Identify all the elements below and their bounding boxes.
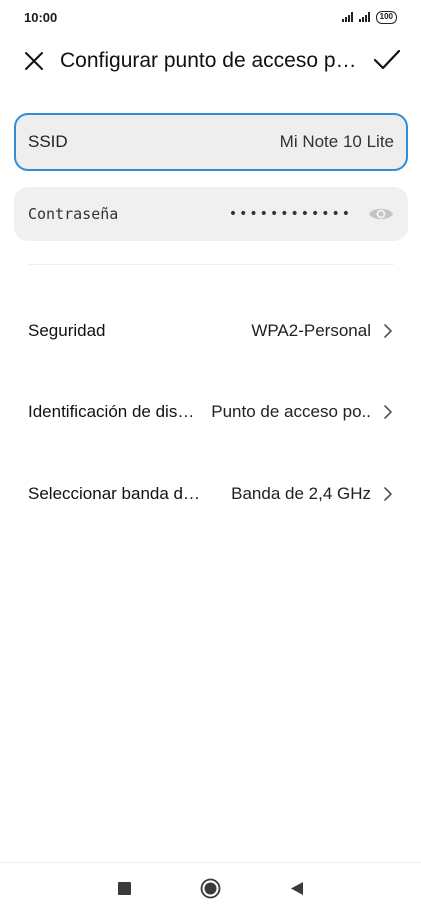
status-time: 10:00 (24, 9, 58, 25)
ssid-value: Mi Note 10 Lite (279, 132, 394, 151)
password-controls: •••••••••••• (229, 205, 394, 223)
chevron-right-icon (384, 324, 392, 338)
password-field[interactable]: Contraseña •••••••••••• (14, 187, 408, 241)
setting-label: Seguridad (28, 321, 106, 340)
recents-square-icon[interactable] (118, 882, 131, 895)
setting-value: Punto de acceso po.. (211, 402, 371, 421)
setting-value: Banda de 2,4 GHz (231, 484, 371, 503)
status-bar: 10:00 100 (0, 0, 421, 34)
ssid-label: SSID (28, 132, 68, 151)
setting-row-band[interactable]: Seleccionar banda d… Banda de 2,4 GHz (0, 469, 421, 519)
setting-label: Identificación de dis… (28, 402, 195, 421)
setting-row-security[interactable]: Seguridad WPA2-Personal (0, 306, 421, 356)
setting-label: Seleccionar banda d… (28, 484, 201, 503)
chevron-right-icon (384, 487, 392, 501)
navigation-bar (0, 863, 421, 914)
signal-icon (341, 12, 353, 22)
ssid-field[interactable]: SSID Mi Note 10 Lite (14, 113, 408, 171)
status-icons: 100 (341, 10, 397, 24)
app-header: Configurar punto de acceso po… (0, 36, 421, 86)
signal-icon (358, 12, 370, 22)
section-divider (28, 264, 394, 265)
battery-level: 100 (379, 12, 393, 21)
password-label: Contraseña (28, 205, 119, 223)
back-triangle-icon[interactable] (290, 881, 304, 896)
check-icon[interactable] (372, 47, 402, 73)
chevron-right-icon (384, 405, 392, 419)
setting-row-device-id[interactable]: Identificación de dis… Punto de acceso p… (0, 387, 421, 437)
setting-value: WPA2-Personal (251, 321, 371, 340)
home-circle-icon[interactable] (200, 878, 221, 899)
eye-icon[interactable] (368, 205, 394, 223)
close-icon[interactable] (22, 49, 46, 73)
password-value: •••••••••••• (228, 206, 352, 222)
battery-icon: 100 (375, 10, 397, 24)
page-title: Configurar punto de acceso po… (60, 49, 366, 72)
